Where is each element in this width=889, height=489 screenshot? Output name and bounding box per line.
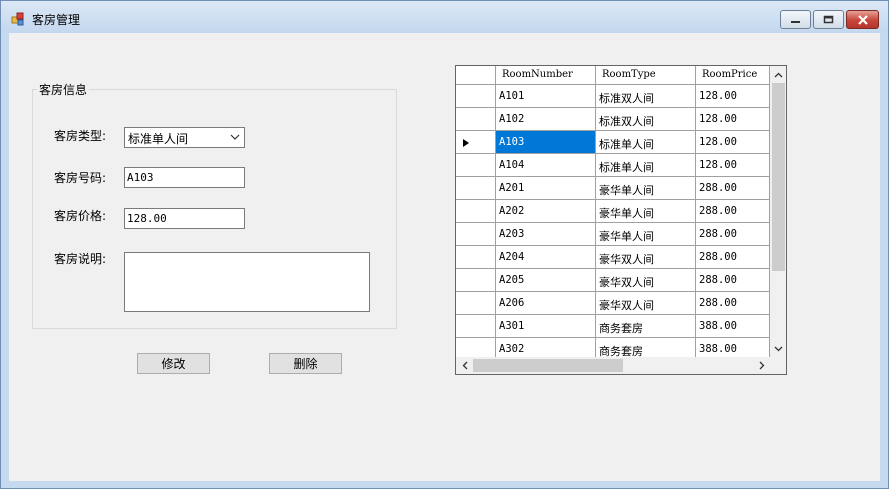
room-price-label: 客房价格: <box>54 209 107 223</box>
row-header[interactable] <box>456 269 496 292</box>
table-cell[interactable]: A204 <box>496 246 596 269</box>
table-cell[interactable]: 288.00 <box>696 177 770 200</box>
row-header[interactable] <box>456 177 496 200</box>
chevron-down-icon <box>230 134 240 140</box>
client-area: 客房信息 客房类型: 标准单人间 客房号码: A103 客房价格: 128.00… <box>9 33 880 481</box>
scroll-right-button[interactable] <box>753 357 770 374</box>
row-header[interactable] <box>456 108 496 131</box>
room-desc-label: 客房说明: <box>54 252 107 266</box>
table-cell[interactable]: 豪华双人间 <box>596 292 696 315</box>
table-cell[interactable]: 豪华双人间 <box>596 269 696 292</box>
room-desc-textarea[interactable] <box>124 252 370 312</box>
delete-button[interactable]: 删除 <box>269 353 342 374</box>
room-type-label: 客房类型: <box>54 129 107 143</box>
table-cell[interactable]: 388.00 <box>696 315 770 338</box>
room-number-label: 客房号码: <box>54 171 107 185</box>
vertical-scrollbar[interactable] <box>770 66 786 357</box>
table-cell[interactable]: 标准单人间 <box>596 154 696 177</box>
room-number-input[interactable]: A103 <box>124 167 245 188</box>
row-header[interactable] <box>456 200 496 223</box>
column-header-roomprice[interactable]: RoomPrice <box>696 66 770 85</box>
table-cell[interactable]: A301 <box>496 315 596 338</box>
table-cell[interactable]: A202 <box>496 200 596 223</box>
row-header[interactable] <box>456 246 496 269</box>
table-cell[interactable]: A201 <box>496 177 596 200</box>
vertical-scroll-thumb[interactable] <box>772 83 785 271</box>
table-cell[interactable]: 288.00 <box>696 269 770 292</box>
room-type-select[interactable]: 标准单人间 <box>124 127 245 148</box>
row-header[interactable] <box>456 85 496 108</box>
window-title: 客房管理 <box>32 13 81 27</box>
restore-icon <box>823 15 834 24</box>
scroll-up-button[interactable] <box>770 66 786 83</box>
row-header[interactable] <box>456 315 496 338</box>
title-bar[interactable]: 客房管理 <box>1 1 888 33</box>
close-icon <box>857 14 868 25</box>
scroll-left-button[interactable] <box>456 357 473 374</box>
table-cell[interactable]: 128.00 <box>696 85 770 108</box>
row-header[interactable] <box>456 131 496 154</box>
chevron-up-icon <box>774 72 783 77</box>
table-cell[interactable]: 288.00 <box>696 246 770 269</box>
chevron-right-icon <box>759 361 764 370</box>
scrollbar-corner <box>770 357 786 374</box>
chevron-left-icon <box>462 361 467 370</box>
row-header[interactable] <box>456 292 496 315</box>
modify-button[interactable]: 修改 <box>137 353 210 374</box>
table-cell[interactable]: 288.00 <box>696 200 770 223</box>
minimize-icon <box>790 20 800 23</box>
table-cell[interactable]: 豪华单人间 <box>596 200 696 223</box>
table-cell[interactable]: A206 <box>496 292 596 315</box>
main-window: 客房管理 客房信息 客房类型: 标准单人间 客房号码: A103 客房价格: 1… <box>0 0 889 489</box>
table-cell[interactable]: 288.00 <box>696 292 770 315</box>
room-type-value: 标准单人间 <box>128 132 189 146</box>
table-cell[interactable]: 288.00 <box>696 223 770 246</box>
horizontal-scroll-thumb[interactable] <box>473 359 623 372</box>
horizontal-scrollbar[interactable] <box>456 357 770 374</box>
row-header[interactable] <box>456 223 496 246</box>
table-cell[interactable]: 豪华双人间 <box>596 246 696 269</box>
close-button[interactable] <box>846 10 879 29</box>
scroll-down-button[interactable] <box>770 340 786 357</box>
group-title: 客房信息 <box>37 81 90 98</box>
room-price-input[interactable]: 128.00 <box>124 208 245 229</box>
table-cell[interactable]: 标准双人间 <box>596 85 696 108</box>
minimize-button[interactable] <box>780 10 811 29</box>
grid-corner-header[interactable] <box>456 66 496 85</box>
chevron-down-icon <box>774 346 783 351</box>
table-cell[interactable]: A103 <box>496 131 596 154</box>
table-cell[interactable]: 商务套房 <box>596 315 696 338</box>
table-cell[interactable]: A102 <box>496 108 596 131</box>
column-header-roomnumber[interactable]: RoomNumber <box>496 66 596 85</box>
table-cell[interactable]: A205 <box>496 269 596 292</box>
restore-button[interactable] <box>813 10 844 29</box>
table-cell[interactable]: A101 <box>496 85 596 108</box>
row-pointer-icon <box>463 139 469 147</box>
column-header-roomtype[interactable]: RoomType <box>596 66 696 85</box>
table-cell[interactable]: 128.00 <box>696 131 770 154</box>
table-cell[interactable]: 128.00 <box>696 108 770 131</box>
app-window-icon <box>11 12 24 26</box>
table-cell[interactable]: 128.00 <box>696 154 770 177</box>
table-cell[interactable]: 标准单人间 <box>596 131 696 154</box>
row-header[interactable] <box>456 154 496 177</box>
room-data-grid[interactable]: RoomNumber RoomType RoomPrice A101 标准双人间 128.… <box>455 65 787 375</box>
table-cell[interactable]: A203 <box>496 223 596 246</box>
table-cell[interactable]: 豪华单人间 <box>596 223 696 246</box>
table-cell[interactable]: 豪华单人间 <box>596 177 696 200</box>
table-cell[interactable]: 标准双人间 <box>596 108 696 131</box>
table-cell[interactable]: A104 <box>496 154 596 177</box>
